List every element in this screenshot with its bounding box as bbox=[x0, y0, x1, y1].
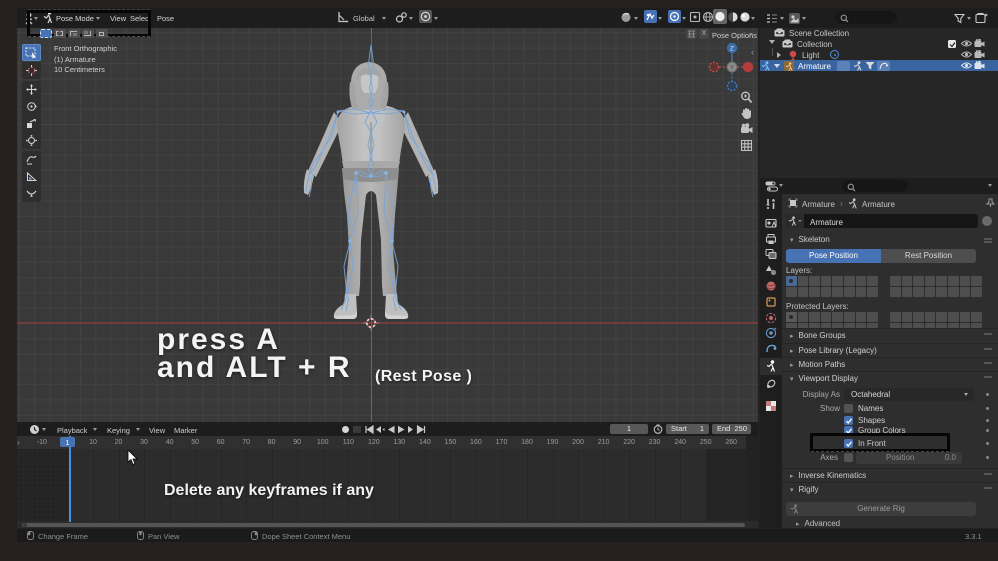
svg-text:Y: Y bbox=[730, 66, 734, 72]
svg-text:Z: Z bbox=[730, 46, 734, 53]
